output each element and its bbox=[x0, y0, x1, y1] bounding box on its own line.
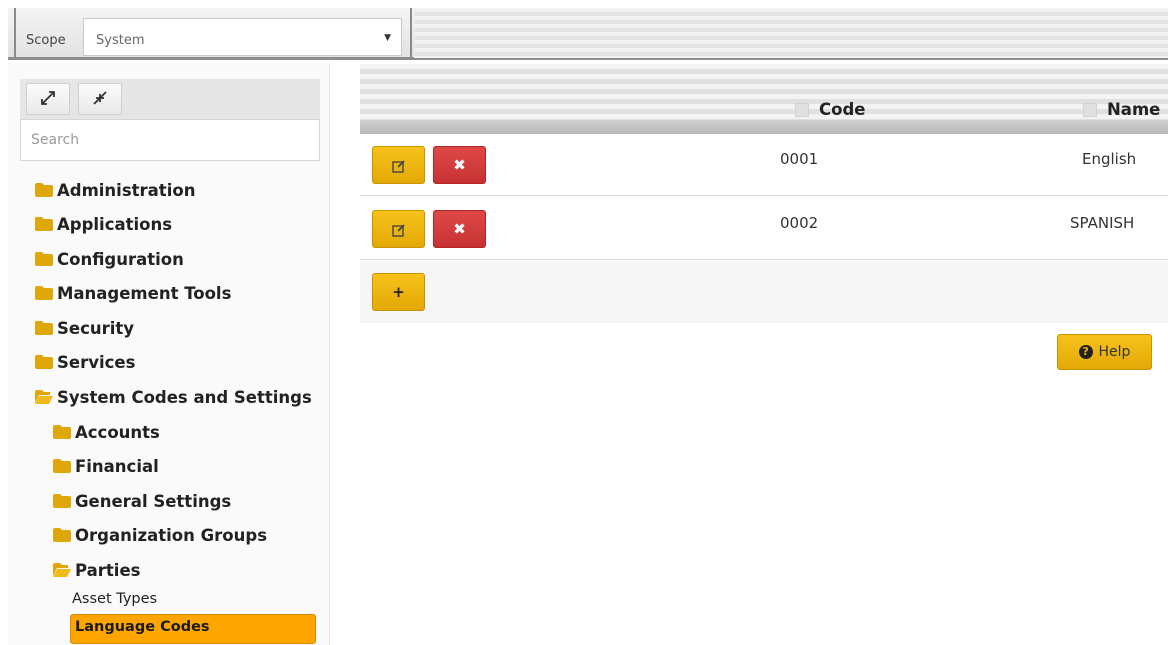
tree-folder-management-tools[interactable]: Management Tools bbox=[35, 279, 231, 307]
column-header-label: Code bbox=[819, 100, 866, 119]
tree-subfolder-general-settings[interactable]: General Settings bbox=[53, 487, 231, 515]
tree-folder-administration[interactable]: Administration bbox=[35, 176, 195, 204]
scope-select[interactable]: System ▼ bbox=[83, 18, 402, 56]
folder-icon bbox=[35, 321, 53, 335]
toolbar-background bbox=[414, 8, 1168, 58]
tree-toolbar bbox=[20, 79, 320, 119]
edit-icon bbox=[391, 224, 405, 237]
chevron-down-icon: ▼ bbox=[384, 33, 391, 43]
folder-icon bbox=[53, 528, 71, 542]
tree-folder-label: Security bbox=[57, 318, 135, 338]
edit-button[interactable] bbox=[372, 210, 425, 248]
cell-name: English bbox=[1082, 150, 1137, 168]
search-input[interactable] bbox=[20, 119, 320, 161]
collapse-icon bbox=[93, 91, 107, 105]
folder-open-icon bbox=[35, 390, 53, 404]
cell-code: 0001 bbox=[780, 150, 819, 168]
expand-all-button[interactable] bbox=[26, 83, 70, 115]
tree-folder-label: Parties bbox=[75, 560, 141, 580]
folder-icon bbox=[53, 494, 71, 508]
tree-folder-label: Financial bbox=[75, 456, 159, 476]
tree-folder-label: Configuration bbox=[57, 249, 184, 269]
tree-folder-system-codes[interactable]: System Codes and Settings bbox=[35, 383, 312, 411]
column-header-code[interactable]: Code bbox=[795, 100, 865, 119]
column-header-name[interactable]: Name bbox=[1083, 100, 1160, 119]
tree-folder-services[interactable]: Services bbox=[35, 348, 135, 376]
edit-icon bbox=[391, 160, 405, 173]
tree-folder-label: Organization Groups bbox=[75, 525, 268, 545]
help-label: Help bbox=[1098, 344, 1131, 360]
tree-leaf-asset-types[interactable]: Asset Types bbox=[72, 591, 157, 607]
table-row: ✖ 0002 SPANISH bbox=[360, 198, 1168, 260]
column-select-checkbox[interactable] bbox=[1083, 102, 1097, 117]
tree-folder-label: Accounts bbox=[75, 422, 160, 442]
column-header-label: Name bbox=[1107, 100, 1161, 119]
help-button[interactable]: ? Help bbox=[1057, 334, 1152, 370]
folder-icon bbox=[35, 355, 53, 369]
folder-icon bbox=[35, 286, 53, 300]
tree-folder-label: System Codes and Settings bbox=[57, 387, 312, 407]
edit-button[interactable] bbox=[372, 146, 425, 184]
add-button[interactable]: + bbox=[372, 273, 425, 311]
tree-subfolder-organization-groups[interactable]: Organization Groups bbox=[53, 521, 267, 549]
cell-name: SPANISH bbox=[1070, 214, 1135, 232]
delete-button[interactable]: ✖ bbox=[433, 146, 486, 184]
tree-leaf-language-codes[interactable]: Language Codes bbox=[70, 614, 316, 644]
grid-header bbox=[360, 64, 1168, 134]
scope-label: Scope bbox=[26, 33, 66, 48]
tree-folder-configuration[interactable]: Configuration bbox=[35, 245, 184, 273]
collapse-all-button[interactable] bbox=[78, 83, 122, 115]
scope-select-value: System bbox=[96, 33, 145, 48]
tree-folder-security[interactable]: Security bbox=[35, 314, 134, 342]
folder-icon bbox=[53, 425, 71, 439]
folder-icon bbox=[35, 183, 53, 197]
toolbar-edge bbox=[14, 8, 16, 58]
table-row: ✖ 0001 English bbox=[360, 134, 1168, 196]
grid-footer: + bbox=[360, 261, 1168, 323]
folder-icon bbox=[35, 252, 53, 266]
expand-icon bbox=[41, 91, 55, 105]
delete-button[interactable]: ✖ bbox=[433, 210, 486, 248]
cell-code: 0002 bbox=[780, 214, 819, 232]
tree-subfolder-accounts[interactable]: Accounts bbox=[53, 418, 160, 446]
tree-subfolder-parties[interactable]: Parties bbox=[53, 556, 140, 584]
tree-folder-label: Management Tools bbox=[57, 283, 232, 303]
folder-icon bbox=[53, 459, 71, 473]
tree-folder-label: Applications bbox=[57, 214, 173, 234]
scope-toolbar: Scope System ▼ bbox=[8, 8, 1168, 60]
toolbar-divider bbox=[410, 8, 412, 58]
sidebar: Administration Applications Configuratio… bbox=[8, 63, 330, 645]
tree-folder-label: Services bbox=[57, 352, 136, 372]
tree-folder-applications[interactable]: Applications bbox=[35, 210, 172, 238]
tree-subfolder-financial[interactable]: Financial bbox=[53, 452, 159, 480]
tree-folder-label: General Settings bbox=[75, 491, 232, 511]
column-select-checkbox[interactable] bbox=[795, 102, 809, 117]
folder-icon bbox=[35, 217, 53, 231]
question-circle-icon: ? bbox=[1078, 345, 1093, 359]
tree-folder-label: Administration bbox=[57, 180, 196, 200]
folder-open-icon bbox=[53, 563, 71, 577]
